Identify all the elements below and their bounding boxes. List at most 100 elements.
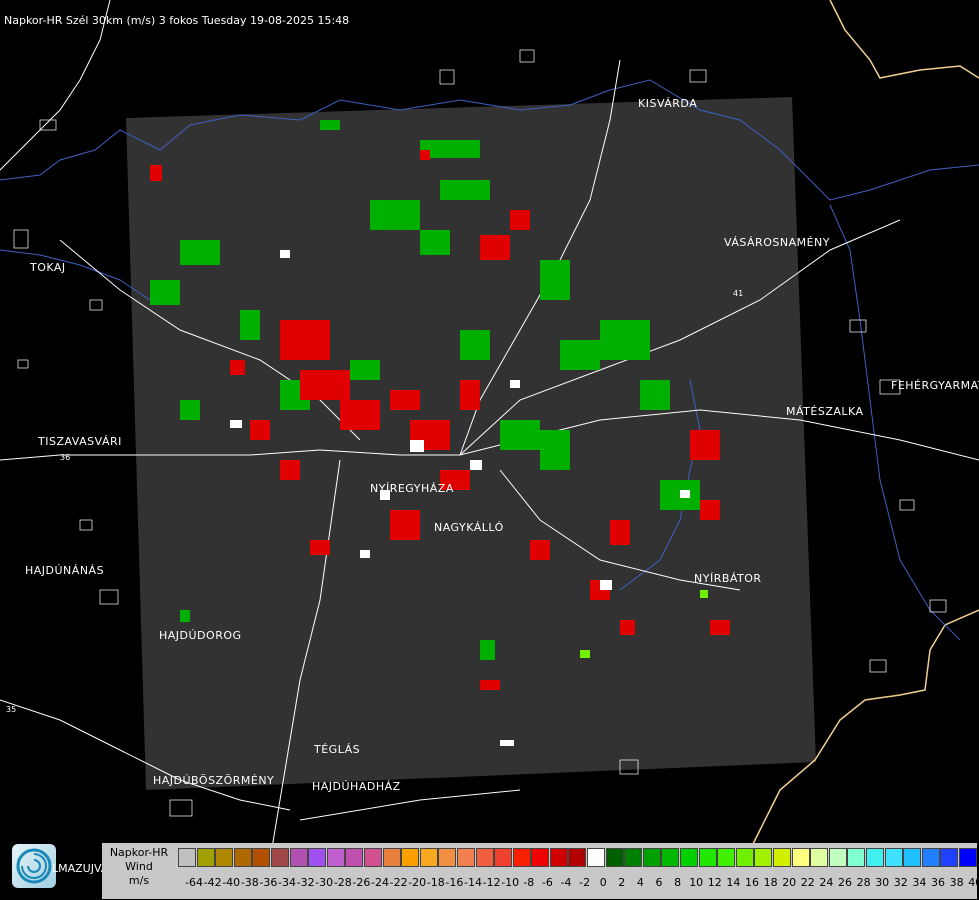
legend-tick-label: -40 (222, 876, 241, 889)
legend-swatch (382, 848, 401, 867)
legend-tick-label: 20 (782, 876, 797, 889)
legend-swatch (308, 848, 327, 867)
legend-swatch (698, 848, 717, 867)
city-label-nyirbator: NYÍRBÁTOR (694, 572, 762, 585)
legend-swatch (903, 848, 922, 867)
legend-tick-label: -10 (501, 876, 520, 889)
legend-tick-label: 14 (726, 876, 741, 889)
city-label-tiszavasvari: TISZAVASVÁRI (37, 435, 122, 448)
legend-tick-label: 38 (949, 876, 964, 889)
legend-tick-label: -26 (352, 876, 371, 889)
legend-swatch (438, 848, 457, 867)
legend-title-line1: Napkor-HR (109, 846, 169, 859)
legend-tick-label: -32 (296, 876, 315, 889)
legend-tick-label: -28 (333, 876, 352, 889)
legend-swatch (363, 848, 382, 867)
legend-tick-label: 4 (636, 876, 644, 889)
city-label-tokaj: TOKAJ (29, 261, 66, 274)
legend-tick-label: 18 (763, 876, 778, 889)
city-label-hajduboszormeny: HAJDÚBÖSZÖRMÉNY (153, 774, 274, 787)
legend-title: Napkor-HR Wind m/s (104, 846, 174, 888)
legend-tick-label: -42 (203, 876, 222, 889)
legend-swatch (178, 848, 196, 867)
city-label-nagykallo: NAGYKÁLLÓ (434, 521, 504, 534)
legend-swatch (494, 848, 513, 867)
legend-tick-label: 32 (893, 876, 908, 889)
legend-tick-label: 8 (674, 876, 682, 889)
legend-swatch (401, 848, 420, 867)
legend-title-line2: Wind (125, 860, 153, 873)
weather-service-logo-icon (12, 844, 56, 888)
legend-swatch (587, 848, 606, 867)
legend-swatch (921, 848, 940, 867)
legend-tick-label: 2 (618, 876, 626, 889)
legend-swatch (233, 848, 252, 867)
legend-swatch (865, 848, 884, 867)
legend-tick-label: -24 (371, 876, 389, 889)
road-number-36: 36 (60, 453, 70, 462)
legend-swatch (680, 848, 699, 867)
legend-swatch (326, 848, 345, 867)
legend-swatch (791, 848, 810, 867)
city-label-hajdudorog: HAJDÚDOROG (159, 629, 242, 642)
legend-tick-label: -18 (426, 876, 445, 889)
legend-swatch (568, 848, 587, 867)
legend-tick-label: -34 (278, 876, 296, 889)
legend-swatch (345, 848, 364, 867)
legend-tick-label: -2 (579, 876, 591, 889)
legend-unit: m/s (128, 874, 150, 887)
legend-tick-label: 16 (745, 876, 759, 889)
legend-swatch (661, 848, 680, 867)
legend-tick-label: -22 (389, 876, 408, 889)
legend-tick-label: -16 (445, 876, 464, 889)
river-tisza-south (0, 249, 151, 301)
legend-swatch (735, 848, 754, 867)
legend-swatch (456, 848, 475, 867)
legend-swatch (475, 848, 494, 867)
city-label-teglas: TÉGLÁS (313, 743, 360, 756)
legend-swatch (531, 848, 550, 867)
legend-tick-label: 30 (875, 876, 890, 889)
legend-swatch (512, 848, 531, 867)
legend-swatch (605, 848, 624, 867)
legend-swatch (754, 848, 773, 867)
legend-swatch (642, 848, 661, 867)
legend-swatch (828, 848, 847, 867)
legend-tick-label: -38 (240, 876, 259, 889)
city-label-mateszalka: MÁTÉSZALKA (786, 405, 864, 418)
legend-tick-label: -12 (482, 876, 501, 889)
legend-tick-label: 24 (819, 876, 834, 889)
legend-tick-label: 10 (689, 876, 704, 889)
legend-tick-label: 28 (856, 876, 871, 889)
legend-tick-label: 34 (912, 876, 927, 889)
legend-swatch (624, 848, 643, 867)
legend-swatches (178, 848, 978, 869)
road-number-35: 35 (6, 705, 16, 714)
legend-swatch (252, 848, 271, 867)
city-label-hajduhadhaz: HAJDÚHADHÁZ (312, 780, 401, 793)
legend-tick-label: -4 (560, 876, 572, 889)
legend-swatch (289, 848, 308, 867)
legend-swatch (810, 848, 829, 867)
legend-tick-label: 26 (838, 876, 852, 889)
legend-tick-label: 6 (655, 876, 663, 889)
legend-swatch (884, 848, 903, 867)
legend-tick-label: -20 (408, 876, 427, 889)
road-number-41: 41 (733, 289, 743, 298)
legend-tick-label: -8 (523, 876, 535, 889)
legend-swatch (940, 848, 959, 867)
legend-tick-label: -36 (259, 876, 278, 889)
radar-map[interactable]: 36 41 35 KISVÁRDA VÁSÁROSNAMÉNY TOKAJ FE… (0, 0, 979, 900)
legend-swatch (958, 848, 977, 867)
legend-tick-label: 36 (931, 876, 945, 889)
city-label-kisvarda: KISVÁRDA (638, 97, 697, 110)
river-szamos (829, 204, 961, 641)
legend-swatch (773, 848, 791, 867)
city-label-hajdunanas: HAJDÚNÁNÁS (25, 564, 104, 577)
legend-tick-label: -14 (464, 876, 482, 889)
city-label-nyiregyhaza: NYÍREGYHÁZA (370, 482, 454, 495)
legend-swatch (215, 848, 234, 867)
city-label-fehergyarmat: FEHÉRGYARMAT (891, 379, 979, 392)
legend-swatch (270, 848, 289, 867)
legend-swatch (847, 848, 866, 867)
